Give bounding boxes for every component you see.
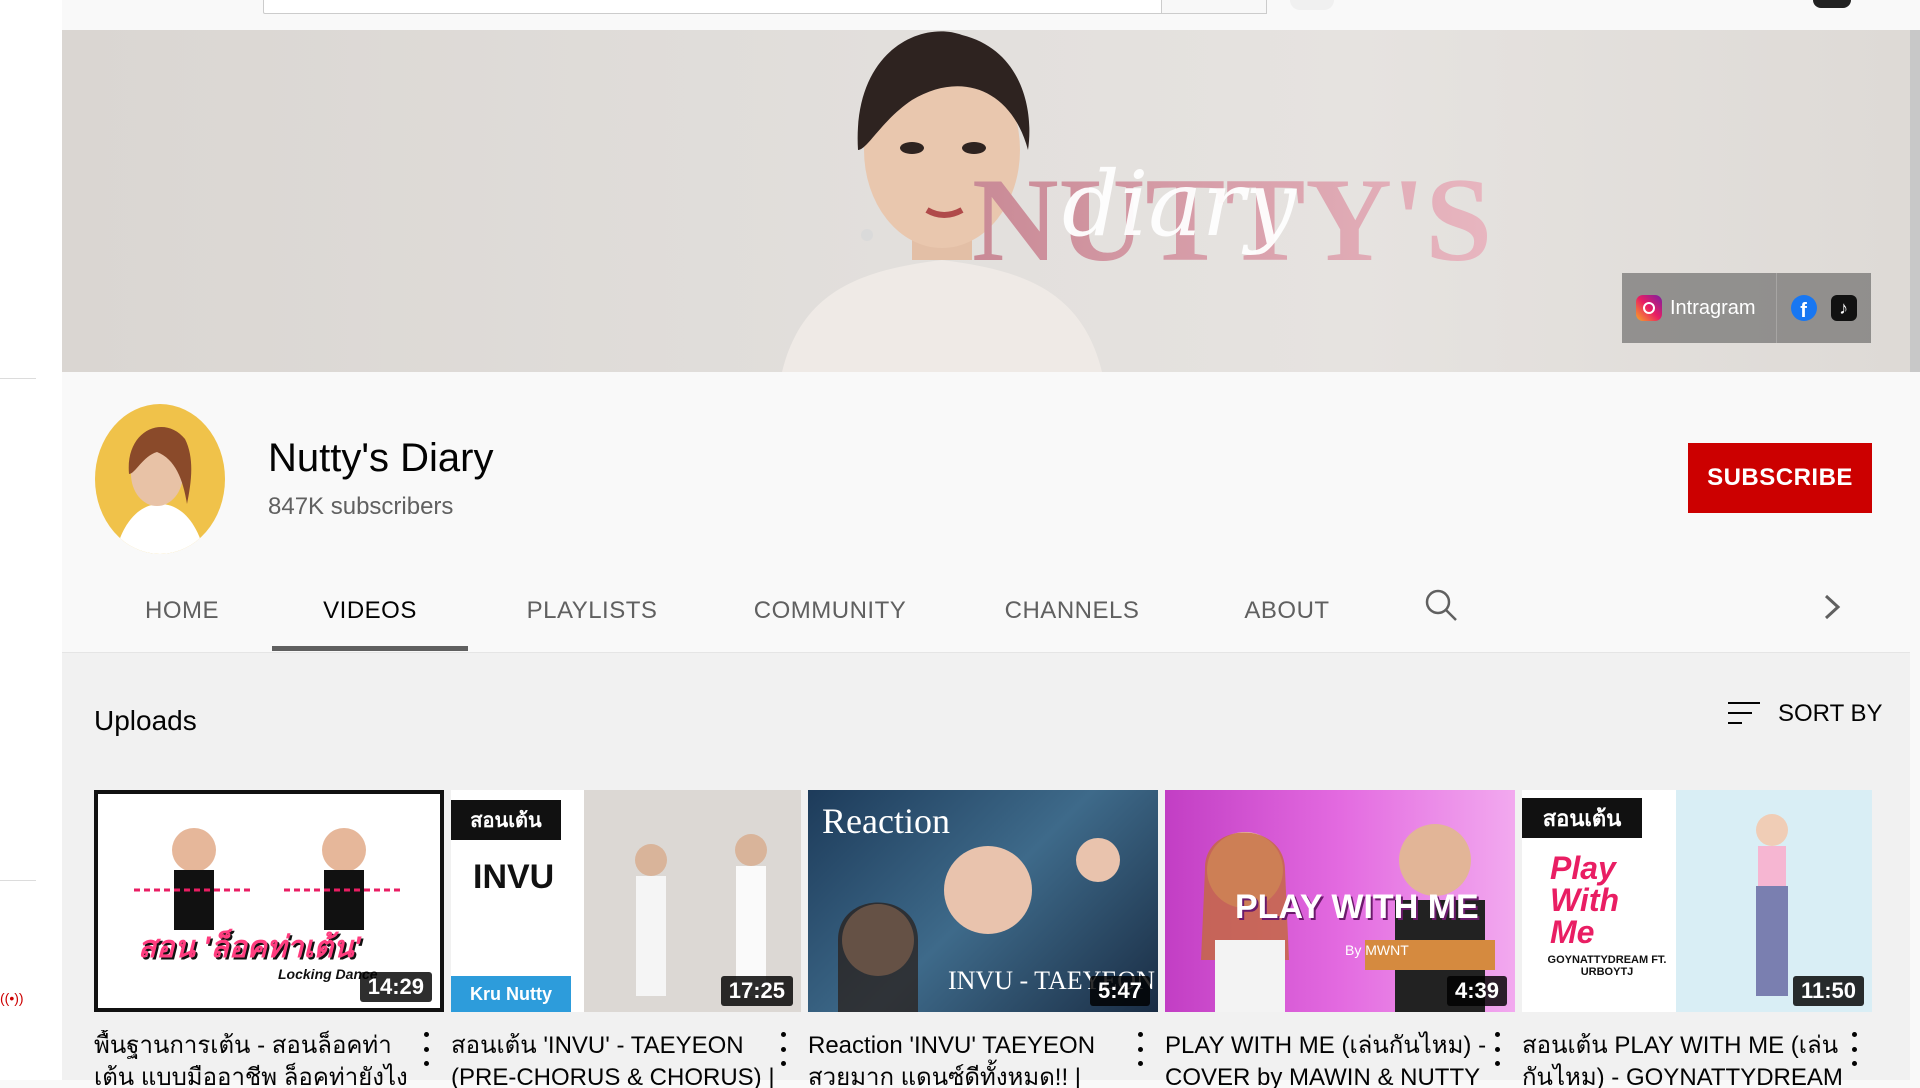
- channel-name[interactable]: Nutty's Diary: [268, 436, 493, 481]
- sidebar-divider: [0, 880, 36, 881]
- banner-social-links: Intragram f ♪: [1622, 273, 1871, 343]
- thumbnail-tag: สอนเต้น: [451, 800, 561, 840]
- subscriber-count: 847K subscribers: [268, 493, 454, 520]
- left-sidebar: ((•)): [0, 0, 62, 1080]
- active-tab-indicator: [272, 646, 468, 651]
- thumbnail-subcaption: GOYNATTYDREAM FT. URBOYTJ: [1547, 954, 1667, 978]
- sidebar-divider: [0, 378, 36, 379]
- subscribe-button[interactable]: SUBSCRIBE: [1688, 443, 1872, 513]
- video-title[interactable]: พื้นฐานการเต้น - สอนล็อคท่าเต้น แบบมืออา…: [94, 1030, 424, 1088]
- banner-logo: NUTTY'S diary: [972, 152, 1492, 286]
- more-options-icon[interactable]: [1136, 1032, 1144, 1066]
- search-button[interactable]: [1161, 0, 1267, 14]
- tab-home[interactable]: HOME: [122, 570, 242, 652]
- video-duration: 4:39: [1446, 976, 1507, 1006]
- thumbnail-tag: สอนเต้น: [1522, 798, 1642, 838]
- more-options-icon[interactable]: [1493, 1032, 1501, 1066]
- instagram-link-label: Intragram: [1670, 296, 1756, 319]
- channel-avatar[interactable]: [95, 404, 225, 554]
- thumbnail-caption: INVU: [473, 858, 555, 896]
- sort-icon: [1728, 700, 1760, 728]
- uploads-heading: Uploads: [94, 705, 197, 736]
- video-title[interactable]: สอนเต้น PLAY WITH ME (เล่นกันไหม) - GOYN…: [1522, 1030, 1852, 1088]
- video-title[interactable]: PLAY WITH ME (เล่นกันไหม) - COVER by MAW…: [1165, 1030, 1495, 1088]
- chevron-right-icon[interactable]: [1820, 590, 1844, 624]
- banner-logo-script: diary: [1062, 152, 1297, 257]
- video-title[interactable]: สอนเต้น 'INVU' - TAEYEON (PRE-CHORUS & C…: [451, 1030, 781, 1088]
- thumbnail-subcaption: By MWNT: [1345, 942, 1409, 958]
- video-thumbnail[interactable]: สอนเต้น INVU Kru Nutty 17:25: [451, 790, 801, 1012]
- thumbnail-caption: PLAY WITH ME: [1235, 888, 1479, 926]
- video-duration: 11:50: [1792, 976, 1864, 1006]
- facebook-icon[interactable]: f: [1790, 295, 1817, 321]
- tab-about[interactable]: ABOUT: [1222, 570, 1352, 652]
- search-input[interactable]: [263, 0, 1163, 14]
- tab-playlists[interactable]: PLAYLISTS: [502, 570, 682, 652]
- more-options-icon[interactable]: [779, 1032, 787, 1066]
- tab-videos[interactable]: VIDEOS: [272, 570, 468, 652]
- live-broadcast-icon[interactable]: ((•)): [0, 990, 24, 1006]
- account-avatar[interactable]: [1813, 0, 1851, 8]
- sort-by-label: SORT BY: [1778, 700, 1883, 727]
- video-thumbnail[interactable]: PLAY WITH ME By MWNT 4:39: [1165, 790, 1515, 1012]
- more-options-icon[interactable]: [422, 1032, 430, 1066]
- video-thumbnail[interactable]: สอนเต้น Play With Me GOYNATTYDREAM FT. U…: [1522, 790, 1872, 1012]
- more-options-icon[interactable]: [1850, 1032, 1858, 1066]
- voice-search-button[interactable]: [1290, 0, 1334, 10]
- video-duration: 17:25: [720, 976, 793, 1006]
- tiktok-icon[interactable]: ♪: [1830, 295, 1857, 321]
- video-duration: 14:29: [359, 972, 432, 1002]
- instagram-link[interactable]: Intragram: [1636, 273, 1777, 343]
- thumbnail-caption: สอน 'ล็อคท่าเต้น': [138, 931, 361, 964]
- scrollbar[interactable]: [1910, 30, 1920, 372]
- channel-tabs: HOME VIDEOS PLAYLISTS COMMUNITY CHANNELS…: [62, 570, 1910, 652]
- tab-community[interactable]: COMMUNITY: [730, 570, 930, 652]
- channel-banner: NUTTY'S diary Intragram f ♪: [62, 30, 1910, 372]
- video-title[interactable]: Reaction 'INVU' TAEYEON สวยมาก แดนซ์ดีทั…: [808, 1030, 1138, 1088]
- video-thumbnail[interactable]: Reaction INVU - TAEYEON 5:47: [808, 790, 1158, 1012]
- sort-by-button[interactable]: SORT BY: [1728, 700, 1882, 728]
- tab-channels[interactable]: CHANNELS: [982, 570, 1162, 652]
- instagram-icon: [1636, 295, 1662, 321]
- video-duration: 5:47: [1089, 976, 1150, 1006]
- thumbnail-caption: Play With Me: [1550, 850, 1620, 950]
- search-icon[interactable]: [1424, 588, 1458, 622]
- thumbnail-subcaption: Kru Nutty: [451, 976, 571, 1012]
- video-thumbnail[interactable]: สอน 'ล็อคท่าเต้น' Locking Dance 14:29: [94, 790, 444, 1012]
